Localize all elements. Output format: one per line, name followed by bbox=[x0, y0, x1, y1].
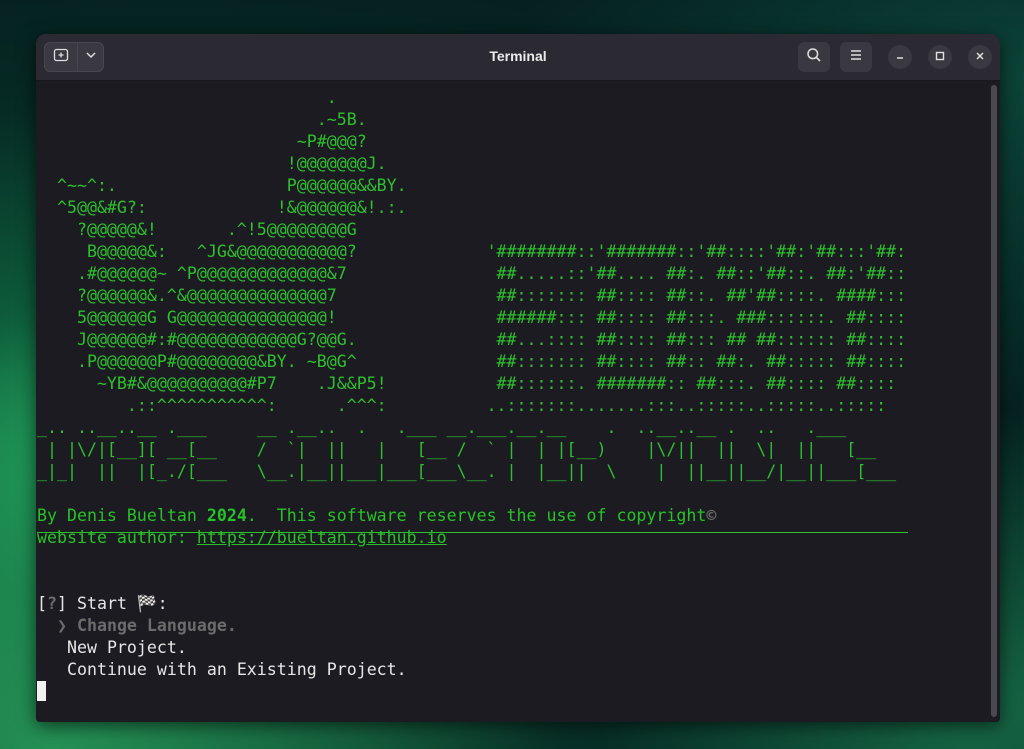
banner-line: _|_| || |[_./[___ \__.|__||___|___[___\_… bbox=[37, 462, 897, 481]
ascii-art-line: ~YB#&@@@@@@@@@@#P7 .J&&P5! ##::::::. ###… bbox=[37, 374, 897, 393]
ascii-art-line: ^~~^:. P@@@@@@&&BY. bbox=[37, 176, 407, 195]
menu-button[interactable] bbox=[840, 42, 872, 72]
menu-pointer-icon: ❯ bbox=[56, 616, 67, 635]
banner-line: | |\/|[__][ __[__ / `| || | [__ / ` | | … bbox=[37, 440, 877, 459]
copyright-line: By Denis Bueltan 2024. This software res… bbox=[37, 506, 717, 525]
minimize-icon bbox=[895, 48, 905, 66]
ascii-art-line: .::^^^^^^^^^^^: .^^^: ..:::::::.......::… bbox=[37, 396, 887, 415]
ascii-art-line: J@@@@@@#:#@@@@@@@@@@@@G?@@G. ##...:::: #… bbox=[37, 330, 907, 349]
terminal-window: Terminal . .~5B. ~P#@@@? !@@@@@@@J. ^~~^… bbox=[36, 34, 1000, 722]
ascii-art-line: B@@@@@&: ^JG&@@@@@@@@@@@? '########::'##… bbox=[37, 242, 907, 261]
website-line: website author: https://bueltan.github.i… bbox=[37, 528, 447, 547]
search-button[interactable] bbox=[798, 42, 830, 72]
ascii-art-line: ?@@@@@&! .^!5@@@@@@@@G bbox=[37, 220, 357, 239]
menu-item-new-project[interactable]: New Project. bbox=[67, 638, 187, 657]
ascii-art-line: 5@@@@@@G G@@@@@@@@@@@@@@@! ######::: ##:… bbox=[37, 308, 907, 327]
terminal-output: . .~5B. ~P#@@@? !@@@@@@@J. ^~~^:. P@@@@@… bbox=[37, 87, 906, 703]
terminal-content[interactable]: . .~5B. ~P#@@@? !@@@@@@@J. ^~~^:. P@@@@@… bbox=[36, 81, 1000, 722]
ascii-art-line: .#@@@@@@~ ^P@@@@@@@@@@@@@&7 ##.....::'##… bbox=[37, 264, 907, 283]
close-button[interactable] bbox=[968, 45, 992, 69]
window-controls bbox=[788, 42, 992, 72]
ascii-art-line: .P@@@@@@P#@@@@@@@@&BY. ~B@G^ ##::::::: #… bbox=[37, 352, 907, 371]
ascii-art-line: !@@@@@@@J. bbox=[37, 154, 387, 173]
ascii-art-line: .~5B. bbox=[37, 110, 367, 129]
copyright-icon: © bbox=[706, 506, 717, 525]
close-icon bbox=[975, 48, 985, 66]
menu-item-change-language[interactable]: Change Language. bbox=[77, 616, 237, 635]
maximize-icon bbox=[935, 48, 945, 66]
search-icon bbox=[806, 47, 822, 68]
website-link[interactable]: https://bueltan.github.io bbox=[197, 528, 447, 547]
title-bar[interactable]: Terminal bbox=[36, 34, 1000, 81]
prompt-line: [?] Start 🏁: bbox=[37, 594, 168, 613]
ascii-art-line: ^5@@&#G?: !&@@@@@@&!.:. bbox=[37, 198, 407, 217]
ascii-art-line: . bbox=[37, 88, 337, 107]
banner-line: _.. ..__..__ .___ __ .__.. . .___ __.___… bbox=[37, 418, 847, 437]
ascii-art-line: ~P#@@@? bbox=[37, 132, 367, 151]
terminal-cursor bbox=[37, 681, 46, 701]
separator-line bbox=[37, 532, 908, 533]
menu-item-existing-project[interactable]: Continue with an Existing Project. bbox=[67, 660, 407, 679]
hamburger-menu-icon bbox=[849, 48, 863, 66]
maximize-button[interactable] bbox=[928, 45, 952, 69]
ascii-art-line: ?@@@@@@&.^&@@@@@@@@@@@@@@7 ##::::::: ##:… bbox=[37, 286, 907, 305]
scrollbar[interactable] bbox=[991, 85, 997, 717]
minimize-button[interactable] bbox=[888, 45, 912, 69]
